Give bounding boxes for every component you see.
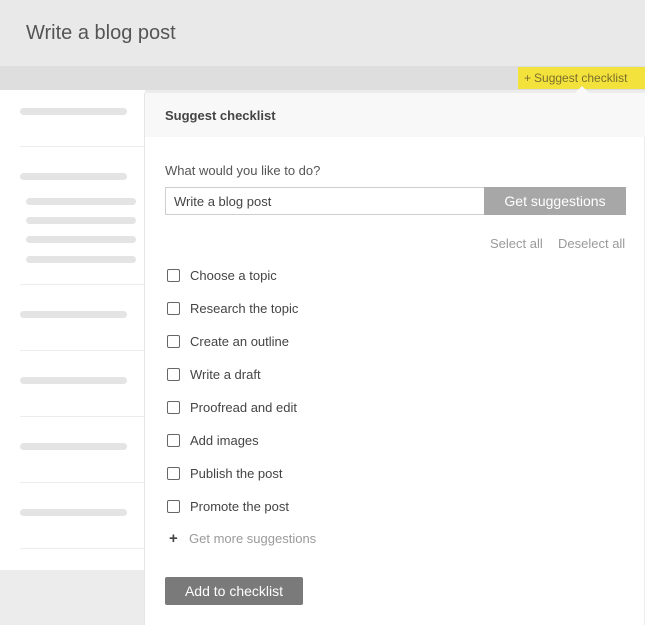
checkbox[interactable] — [167, 367, 180, 381]
background-list — [0, 90, 145, 570]
checklist-item[interactable]: Research the topic — [167, 298, 298, 318]
placeholder-line — [20, 173, 127, 180]
get-suggestions-button[interactable]: Get suggestions — [484, 187, 626, 215]
checkbox[interactable] — [167, 334, 180, 348]
placeholder-line — [20, 108, 127, 115]
panel-title: Suggest checklist — [165, 108, 276, 123]
checkbox[interactable] — [167, 466, 180, 480]
placeholder-line — [20, 509, 127, 516]
placeholder-divider — [20, 350, 145, 351]
checkbox[interactable] — [167, 268, 180, 282]
checkbox[interactable] — [167, 433, 180, 447]
add-to-checklist-button[interactable]: Add to checklist — [165, 577, 303, 605]
checkbox[interactable] — [167, 301, 180, 315]
placeholder-line — [26, 236, 136, 243]
checklist-item[interactable]: Proofread and edit — [167, 397, 297, 417]
prompt-label: What would you like to do? — [165, 163, 321, 178]
placeholder-divider — [20, 548, 145, 549]
page-title: Write a blog post — [26, 22, 176, 44]
checklist-item-label: Choose a topic — [190, 267, 277, 283]
plus-icon: + — [524, 71, 532, 85]
checklist-item-label: Proofread and edit — [190, 399, 297, 415]
checklist-item-label: Research the topic — [190, 300, 299, 316]
suggest-checklist-panel: Suggest checklist What would you like to… — [144, 93, 645, 625]
page-header: Write a blog post — [0, 0, 645, 66]
placeholder-divider — [20, 146, 145, 147]
placeholder-divider — [20, 482, 145, 483]
checkbox[interactable] — [167, 400, 180, 414]
checklist-item-label: Write a draft — [190, 366, 261, 382]
checklist-item[interactable]: Promote the post — [167, 496, 289, 516]
checklist-item[interactable]: Choose a topic — [167, 265, 277, 285]
checklist-item-label: Add images — [190, 432, 259, 448]
checklist-item[interactable]: Add images — [167, 430, 259, 450]
checklist-item[interactable]: Publish the post — [167, 463, 283, 483]
placeholder-divider — [20, 416, 145, 417]
checklist-item[interactable]: Write a draft — [167, 364, 261, 384]
checklist-item-label: Promote the post — [190, 498, 289, 514]
placeholder-line — [26, 256, 136, 263]
placeholder-line — [20, 443, 127, 450]
panel-header: Suggest checklist — [145, 93, 645, 137]
placeholder-line — [20, 377, 127, 384]
select-all-link[interactable]: Select all — [490, 236, 543, 251]
checklist-item[interactable]: Create an outline — [167, 331, 289, 351]
placeholder-line — [26, 198, 136, 205]
checkbox[interactable] — [167, 499, 180, 513]
checklist-item-label: Create an outline — [190, 333, 290, 349]
deselect-all-link[interactable]: Deselect all — [558, 236, 625, 251]
task-input[interactable] — [165, 187, 485, 215]
placeholder-line — [26, 217, 136, 224]
get-more-suggestions-link[interactable]: + Get more suggestions — [169, 530, 316, 547]
plus-icon: + — [169, 530, 178, 547]
suggest-checklist-tab-label: Suggest checklist — [534, 71, 628, 85]
placeholder-line — [20, 311, 127, 318]
caret-up-icon — [575, 86, 589, 93]
get-more-suggestions-label: Get more suggestions — [189, 531, 317, 546]
checklist-item-label: Publish the post — [190, 465, 283, 481]
placeholder-divider — [20, 284, 145, 285]
